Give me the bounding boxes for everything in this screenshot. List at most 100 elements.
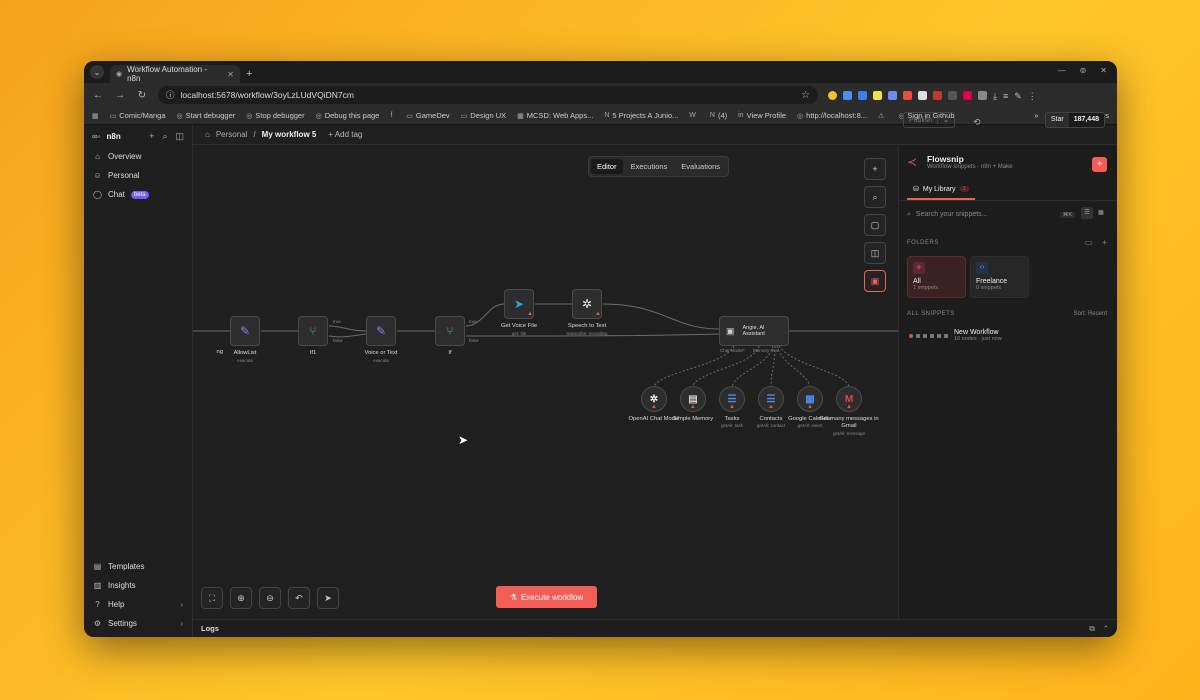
workflow-canvas[interactable]: false false true true ✎ AllowList execute ⑂…: [193, 146, 898, 619]
folder-freelance[interactable]: ‹› Freelance 0 snippets: [970, 256, 1029, 298]
zoom-out-icon[interactable]: ⊖: [259, 587, 281, 609]
fit-view-icon[interactable]: ⛶: [201, 587, 223, 609]
shield-extension-icon[interactable]: [918, 90, 927, 100]
browser-tab[interactable]: ◉ Workflow Automation - n8n ✕: [110, 65, 240, 83]
panel-toggle-icon[interactable]: ◫: [864, 242, 886, 264]
profile-icon[interactable]: ✎: [1014, 91, 1022, 101]
logs-bar[interactable]: Logs ⧉ ⌃: [193, 619, 1117, 637]
bookmark-item[interactable]: N5 Projects A Junio...: [604, 111, 678, 120]
download-icon[interactable]: ⤓: [993, 91, 997, 101]
publish-button[interactable]: Publish ⌄: [903, 112, 955, 128]
extension-icon[interactable]: [963, 90, 972, 100]
list-view-icon[interactable]: ☰: [1081, 207, 1093, 219]
minimize-icon[interactable]: —: [1058, 66, 1066, 75]
bookmark-item[interactable]: ⚠: [878, 112, 887, 120]
tab-editor[interactable]: Editor: [591, 159, 623, 174]
pdf-extension-icon[interactable]: [903, 90, 912, 100]
close-window-icon[interactable]: ✕: [1100, 66, 1107, 75]
forward-icon[interactable]: →: [114, 90, 126, 101]
apps-icon[interactable]: ▦: [92, 112, 99, 120]
snippets-panel-icon[interactable]: ▣: [864, 270, 886, 292]
bookmark-item[interactable]: ▭ GameDev: [406, 111, 449, 120]
workflow-node[interactable]: ✎: [230, 316, 260, 346]
popout-icon[interactable]: ⧉: [1089, 624, 1094, 634]
new-folder-icon[interactable]: ▭: [1085, 238, 1093, 247]
chevron-down-icon[interactable]: ⌄: [938, 116, 954, 124]
overflow-icon[interactable]: »: [1034, 111, 1038, 120]
restore-icon[interactable]: ⊚: [1080, 66, 1087, 75]
tab-evaluations[interactable]: Evaluations: [675, 159, 726, 174]
extension-icon[interactable]: [828, 90, 837, 100]
add-folder-icon[interactable]: +: [1102, 238, 1107, 247]
workflow-node[interactable]: ⑂: [435, 316, 465, 346]
snippet-search-input[interactable]: ⌕ Search your snippets... ⌘K: [907, 207, 1075, 222]
close-tab-icon[interactable]: ✕: [227, 70, 234, 79]
github-star-button[interactable]: Star 187,448: [1044, 112, 1105, 128]
sidebar-item-help[interactable]: ? Help ›: [84, 595, 192, 614]
bookmark-item[interactable]: N (4): [710, 111, 727, 120]
bookmark-item[interactable]: ◎ http://localhost:8...: [797, 111, 867, 120]
pointer-icon[interactable]: ➤: [317, 587, 339, 609]
bookmark-star-icon[interactable]: ☆: [801, 90, 810, 101]
bookmark-item[interactable]: f: [390, 112, 395, 119]
sticky-note-icon[interactable]: ▢: [864, 214, 886, 236]
add-snippet-button[interactable]: +: [1092, 157, 1107, 172]
site-info-icon[interactable]: ⓘ: [166, 89, 175, 101]
sort-dropdown[interactable]: Sort: Recent: [1074, 311, 1107, 317]
bookmark-item[interactable]: ◎ Debug this page: [316, 111, 380, 120]
bookmark-item[interactable]: ◎ Start debugger: [177, 111, 236, 120]
breadcrumb-project[interactable]: Personal: [216, 130, 248, 139]
reload-icon[interactable]: ↻: [136, 90, 148, 101]
back-icon[interactable]: ←: [92, 90, 104, 101]
warning-icon: ⚠: [878, 112, 885, 120]
workflow-node[interactable]: ✎: [366, 316, 396, 346]
chevron-up-icon[interactable]: ⌃: [1103, 624, 1109, 634]
workflow-node[interactable]: ⑂: [298, 316, 328, 346]
snippet-item[interactable]: New Workflow 10 nodes · just now: [909, 329, 1002, 342]
search-icon[interactable]: ⌕: [162, 131, 167, 142]
extension-icon[interactable]: [843, 90, 852, 100]
extension-icon[interactable]: [933, 90, 942, 100]
zoom-in-icon[interactable]: ⊕: [230, 587, 252, 609]
extension-icon[interactable]: [948, 90, 957, 100]
folder-all[interactable]: ◈ All 1 snippets: [907, 256, 966, 298]
workflow-name[interactable]: My workflow 5: [262, 130, 317, 139]
grid-view-icon[interactable]: ▦: [1095, 207, 1107, 219]
undo-icon[interactable]: ↶: [288, 587, 310, 609]
add-tag-button[interactable]: + Add tag: [328, 130, 362, 139]
add-node-button[interactable]: +: [864, 158, 886, 180]
sidebar-item-personal[interactable]: ☺ Personal: [84, 166, 192, 185]
bookmark-item[interactable]: ▭ Comic/Manga: [110, 111, 166, 120]
sidebar-item-insights[interactable]: ▥ Insights: [84, 576, 192, 595]
extension-icon[interactable]: [888, 90, 897, 100]
sidebar-item-label: Insights: [108, 581, 136, 590]
sidebar-item-templates[interactable]: ▤ Templates: [84, 557, 192, 576]
bookmark-item[interactable]: ◎ Stop debugger: [246, 111, 304, 120]
bookmark-item[interactable]: ▭ Design UX: [461, 111, 506, 120]
add-icon[interactable]: +: [149, 131, 154, 142]
tab-executions[interactable]: Executions: [625, 159, 674, 174]
search-nodes-icon[interactable]: ⌕: [864, 186, 886, 208]
bookmark-item[interactable]: ▦ MCSD: Web Apps...: [517, 111, 593, 120]
collapse-sidebar-icon[interactable]: ◫: [175, 131, 184, 142]
menu-icon[interactable]: ⋮: [1028, 91, 1037, 101]
extension-icon[interactable]: [873, 90, 882, 100]
bookmark-item[interactable]: W: [689, 112, 699, 119]
tab-my-library[interactable]: ⛁ My Library 1: [907, 183, 975, 200]
tab-title: Workflow Automation - n8n: [127, 65, 207, 83]
execute-workflow-button[interactable]: ⚗ Execute workflow: [496, 586, 597, 608]
new-tab-icon[interactable]: +: [246, 68, 252, 80]
extension-icon[interactable]: [858, 90, 867, 100]
bookmark-item[interactable]: in View Profile: [738, 111, 786, 120]
sidebar-item-chat[interactable]: ◯ Chat beta: [84, 185, 192, 204]
template-icon: ▤: [93, 562, 102, 571]
sidebar-item-settings[interactable]: ⚙ Settings ›: [84, 614, 192, 633]
workflow-node[interactable]: ▣ Angie, AI Assistant: [719, 316, 789, 346]
sidebar-item-overview[interactable]: ⌂ Overview: [84, 147, 192, 166]
tab-search-icon[interactable]: ⌄: [90, 65, 104, 79]
node-icon: ✲: [649, 393, 659, 405]
media-icon[interactable]: ≡: [1003, 91, 1008, 101]
puzzle-icon[interactable]: [978, 90, 987, 100]
history-icon[interactable]: ⟲: [973, 117, 981, 128]
address-bar[interactable]: ⓘ localhost:5678/workflow/3oyLzLUdVQiDN7…: [158, 86, 818, 104]
